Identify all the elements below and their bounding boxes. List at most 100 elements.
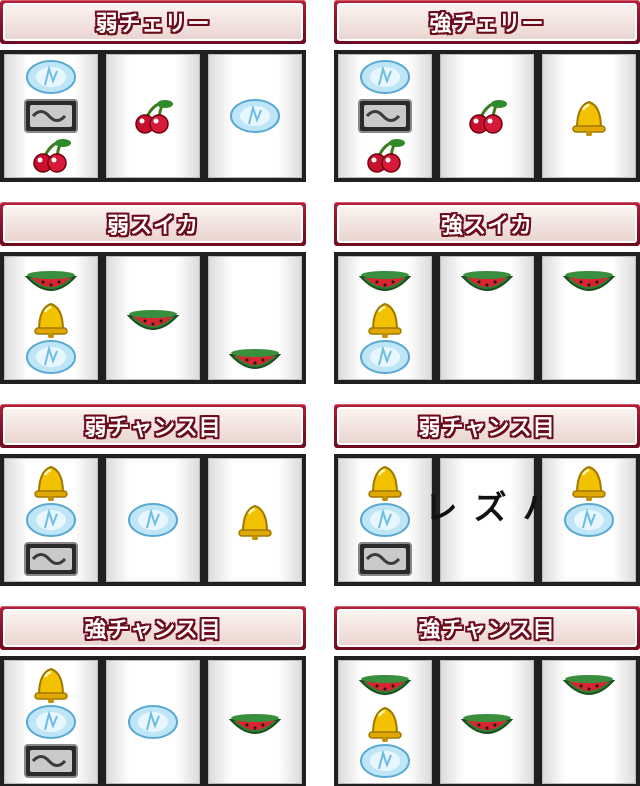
panel-header-band: 弱チャンス目 xyxy=(3,407,303,445)
ice-crystal-icon xyxy=(561,500,617,540)
ice-crystal-icon xyxy=(357,741,413,781)
reel-2: ハズレ xyxy=(418,458,556,582)
reel-3 xyxy=(208,458,302,582)
reel-window xyxy=(334,252,640,384)
reel-window xyxy=(0,252,306,384)
reel-3 xyxy=(542,256,636,380)
bell-icon xyxy=(227,500,283,540)
bar-plate-icon xyxy=(23,96,79,136)
cherry-icon xyxy=(23,135,79,175)
bell-icon xyxy=(357,702,413,742)
panel-title: 強チャンス目 xyxy=(418,618,556,643)
reel-panel: 強チェリー xyxy=(334,0,640,182)
panel-title: 弱チャンス目 xyxy=(84,416,222,441)
panel-header-band: 強チャンス目 xyxy=(337,609,637,647)
reel-1 xyxy=(4,54,98,178)
ice-crystal-icon xyxy=(227,96,283,136)
panel-header: 弱チャンス目 xyxy=(334,404,640,448)
reel-2 xyxy=(106,256,200,380)
reel-3 xyxy=(208,660,302,784)
watermelon-icon xyxy=(227,337,283,377)
ice-crystal-icon xyxy=(357,500,413,540)
reel-panel: 弱チャンス目 ハズレ xyxy=(334,404,640,586)
reel-3 xyxy=(208,54,302,178)
watermelon-icon xyxy=(357,259,413,299)
watermelon-icon xyxy=(23,259,79,299)
ice-crystal-icon xyxy=(357,337,413,377)
reel-window xyxy=(0,454,306,586)
reel-window: ハズレ xyxy=(334,454,640,586)
panel-title: 強チェリー xyxy=(429,12,545,37)
panel-header-band: 弱チェリー xyxy=(3,3,303,41)
reel-1 xyxy=(338,54,432,178)
bar-plate-icon xyxy=(23,741,79,781)
panel-header-band: 弱スイカ xyxy=(3,205,303,243)
panel-title: 弱チャンス目 xyxy=(418,416,556,441)
watermelon-icon xyxy=(459,259,515,299)
reel-window xyxy=(0,50,306,182)
panel-title: 強チャンス目 xyxy=(84,618,222,643)
watermelon-icon xyxy=(125,298,181,338)
bell-icon xyxy=(357,298,413,338)
reel-3 xyxy=(542,54,636,178)
reel-1 xyxy=(338,256,432,380)
bell-icon xyxy=(357,461,413,501)
reel-3 xyxy=(542,458,636,582)
panel-header: 強スイカ xyxy=(334,202,640,246)
reel-window xyxy=(0,656,306,786)
reel-2 xyxy=(440,256,534,380)
ice-crystal-icon xyxy=(23,702,79,742)
panel-header: 弱チャンス目 xyxy=(0,404,306,448)
ice-crystal-icon xyxy=(23,337,79,377)
cherry-icon xyxy=(459,96,515,136)
reel-panel: 強チャンス目 xyxy=(334,606,640,786)
panel-header-band: 強スイカ xyxy=(337,205,637,243)
watermelon-icon xyxy=(227,702,283,742)
bell-icon xyxy=(23,298,79,338)
reel-1 xyxy=(4,458,98,582)
reel-3 xyxy=(542,660,636,784)
cherry-icon xyxy=(357,135,413,175)
bell-icon xyxy=(561,96,617,136)
reel-2 xyxy=(106,458,200,582)
reel-panel: 弱チャンス目 xyxy=(0,404,306,586)
panel-header: 強チェリー xyxy=(334,0,640,44)
panel-header-band: 強チャンス目 xyxy=(3,609,303,647)
reel-2 xyxy=(106,54,200,178)
panel-title: 弱チェリー xyxy=(95,12,211,37)
ice-crystal-icon xyxy=(23,500,79,540)
reel-2 xyxy=(440,660,534,784)
miss-label: ハズレ xyxy=(417,489,556,528)
panel-header: 弱スイカ xyxy=(0,202,306,246)
panel-header: 弱チェリー xyxy=(0,0,306,44)
bell-icon xyxy=(23,663,79,703)
panel-title: 強スイカ xyxy=(440,214,533,239)
reel-2 xyxy=(106,660,200,784)
reel-3 xyxy=(208,256,302,380)
ice-crystal-icon xyxy=(357,57,413,97)
watermelon-icon xyxy=(561,259,617,299)
reel-1 xyxy=(4,256,98,380)
bar-plate-icon xyxy=(23,539,79,579)
reel-1 xyxy=(4,660,98,784)
panel-header: 強チャンス目 xyxy=(334,606,640,650)
watermelon-icon xyxy=(459,702,515,742)
ice-crystal-icon xyxy=(125,500,181,540)
bell-icon xyxy=(561,461,617,501)
reel-panel: 強スイカ xyxy=(334,202,640,384)
watermelon-icon xyxy=(561,663,617,703)
reel-panel: 強チャンス目 xyxy=(0,606,306,786)
ice-crystal-icon xyxy=(125,702,181,742)
panel-header-band: 弱チャンス目 xyxy=(337,407,637,445)
reel-panel: 弱スイカ xyxy=(0,202,306,384)
panel-header-band: 強チェリー xyxy=(337,3,637,41)
ice-crystal-icon xyxy=(23,57,79,97)
bar-plate-icon xyxy=(357,539,413,579)
reel-1 xyxy=(338,660,432,784)
reel-panel: 弱チェリー xyxy=(0,0,306,182)
reel-window xyxy=(334,656,640,786)
bar-plate-icon xyxy=(357,96,413,136)
bell-icon xyxy=(23,461,79,501)
panel-title: 弱スイカ xyxy=(106,214,199,239)
reel-2 xyxy=(440,54,534,178)
